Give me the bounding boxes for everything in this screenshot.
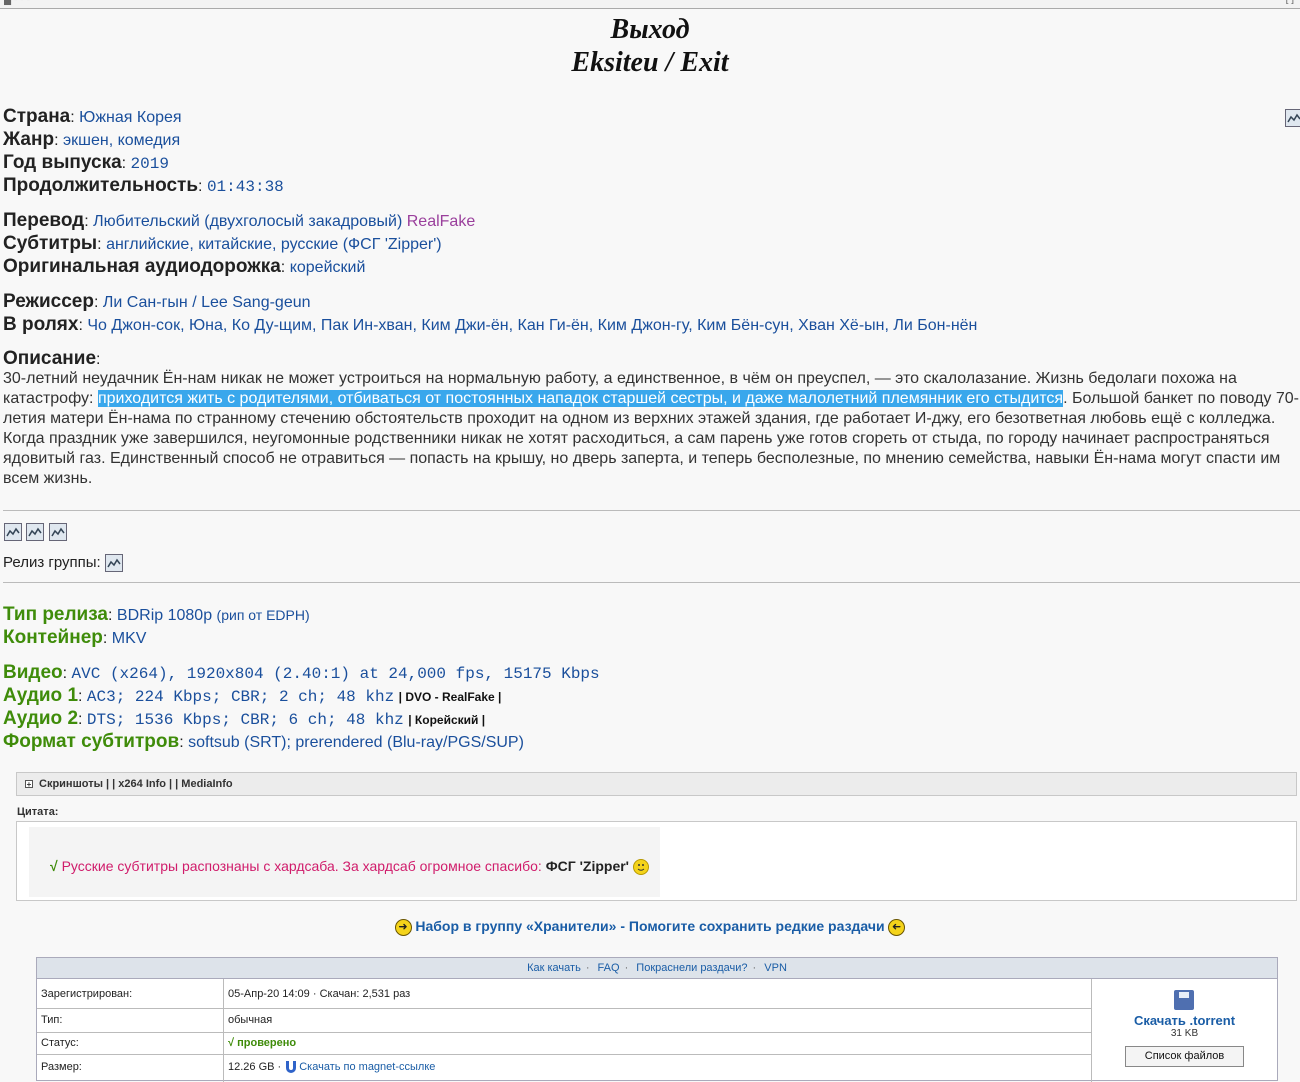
- check-icon: √: [50, 858, 58, 874]
- translation-value: Любительский (двухголосый закадровый): [93, 213, 403, 230]
- col-divider: [223, 979, 224, 1082]
- link-vpn[interactable]: VPN: [764, 962, 787, 974]
- release-type-note: (рип от EDPH): [216, 607, 310, 623]
- info-translation: Перевод: Любительский (двухголосый закад…: [3, 210, 476, 231]
- description-heading: Описание:: [3, 348, 101, 369]
- quote-author: ФСГ 'Zipper': [545, 858, 630, 874]
- audio-original-value: корейский: [289, 259, 366, 276]
- country-value: Южная Корея: [79, 109, 182, 126]
- size-value: 12.26 GB: [228, 1061, 275, 1073]
- quote-text: √ Русские субтитры распознаны с хардсаба…: [50, 858, 649, 876]
- poster-image-icon[interactable]: [1285, 109, 1300, 127]
- screenshot-thumb-icon[interactable]: [48, 523, 67, 541]
- top-edge-left: ▄ ▪ ▪ ▪: [4, 0, 30, 5]
- tech-subtitles: Формат субтитров: softsub (SRT); prerend…: [3, 731, 524, 752]
- info-country: Страна: Южная Корея: [3, 106, 182, 127]
- spoiler-title[interactable]: Скриншоты | | x264 Info | | MediaInfo: [39, 778, 233, 790]
- keepers-banner: ➜ Набор в группу «Хранители» - Помогите …: [0, 918, 1300, 936]
- video-value: AVC (x264), 1920x804 (2.40:1) at 24,000 …: [71, 665, 600, 683]
- torrent-size: 31 KB: [1170, 1028, 1199, 1039]
- spoiler-screenshots[interactable]: + Скриншоты | | x264 Info | | MediaInfo: [16, 772, 1297, 796]
- download-count: Скачан: 2,531 раз: [319, 988, 411, 1000]
- download-table: Как качать · FAQ · Покраснели раздачи? · VP…: [36, 957, 1278, 1082]
- cast-value: Чо Джон-сок, Юна, Ко Ду-щим, Пак Ин-хван…: [87, 317, 978, 334]
- screenshot-thumbs: [4, 523, 67, 541]
- audio1-value: AC3; 224 Kbps; CBR; 2 ch; 48 khz: [86, 688, 395, 706]
- info-director: Режиссер: Ли Сан-гын / Lee Sang-geun: [3, 291, 311, 312]
- status-value: проверено: [237, 1037, 297, 1049]
- release-type-value: BDRip 1080p: [116, 607, 213, 624]
- subtitles-value: английские, китайские, русские (ФСГ 'Zip…: [106, 236, 442, 253]
- link-red-torrents[interactable]: Покраснели раздачи?: [636, 962, 747, 974]
- container-value: MKV: [111, 630, 147, 647]
- top-edge-right: [ ]: [1286, 0, 1294, 5]
- info-cast: В ролях: Чо Джон-сок, Юна, Ко Ду-щим, Па…: [3, 314, 978, 335]
- audio2-note: | Корейский |: [408, 713, 486, 727]
- audio1-note: | DVO - RealFake |: [398, 690, 502, 704]
- release-group: Релиз группы:: [3, 554, 123, 573]
- description-text: 30-летний неудачник Ён-нам никак не може…: [3, 370, 1299, 487]
- year-value: 2019: [130, 155, 169, 173]
- tech-audio2: Аудио 2: DTS; 1536 Kbps; CBR; 6 ch; 48 k…: [3, 708, 486, 729]
- selected-text: приходится жить с родителями, отбиваться…: [97, 390, 1064, 407]
- info-year: Год выпуска: 2019: [3, 152, 169, 173]
- release-group-label: Релиз группы:: [3, 554, 101, 571]
- torrent-download-panel: Скачать .torrent 31 KB Список файлов: [1092, 979, 1277, 1081]
- top-scroll-edge: ▄ ▪ ▪ ▪ [ ]: [0, 0, 1300, 9]
- floppy-disk-icon[interactable]: [1174, 990, 1194, 1010]
- arrow-right-icon: ➜: [394, 918, 412, 936]
- screenshot-thumb-icon[interactable]: [4, 523, 22, 541]
- file-list-button[interactable]: Список файлов: [1125, 1046, 1244, 1067]
- translation-author: RealFake: [406, 213, 476, 230]
- expand-icon[interactable]: +: [25, 780, 33, 789]
- quote-label: Цитата:: [17, 806, 59, 818]
- info-genre: Жанр: экшен, комедия: [3, 129, 181, 150]
- info-subtitles: Субтитры: английские, китайские, русские…: [3, 233, 442, 254]
- audio2-value: DTS; 1536 Kbps; CBR; 6 ch; 48 khz: [86, 711, 404, 729]
- download-help-links: Как качать · FAQ · Покраснели раздачи? · VP…: [37, 958, 1277, 979]
- quote-box: √ Русские субтитры распознаны с хардсаба…: [16, 821, 1297, 901]
- duration-value: 01:43:38: [206, 178, 284, 196]
- tech-audio1: Аудио 1: AC3; 224 Kbps; CBR; 2 ch; 48 kh…: [3, 685, 502, 706]
- magnet-icon[interactable]: [286, 1061, 297, 1074]
- download-torrent-link[interactable]: Скачать .torrent: [1092, 1013, 1277, 1028]
- info-duration: Продолжительность: 01:43:38: [3, 175, 284, 196]
- link-how-to-download[interactable]: Как качать: [527, 962, 581, 974]
- divider: [3, 582, 1300, 583]
- post-title-ru: Выход: [610, 14, 690, 45]
- smiley-icon: [632, 859, 649, 876]
- divider: [3, 510, 1300, 511]
- registered-date: 05-Апр-20 14:09: [228, 988, 310, 1000]
- screenshot-thumb-icon[interactable]: [26, 523, 45, 541]
- row-divider: [37, 1032, 1091, 1033]
- tech-container: Контейнер: MKV: [3, 627, 147, 648]
- tech-video: Видео: AVC (x264), 1920x804 (2.40:1) at …: [3, 662, 600, 683]
- director-value: Ли Сан-гын / Lee Sang-geun: [102, 294, 311, 311]
- link-faq[interactable]: FAQ: [598, 962, 620, 974]
- tech-release-type: Тип релиза: BDRip 1080p (рип от EDPH): [3, 604, 310, 625]
- type-value: обычная: [228, 1014, 273, 1026]
- row-divider: [37, 1054, 1091, 1055]
- post-title-en: Eksiteu / Exit: [571, 47, 729, 78]
- keepers-link[interactable]: Набор в группу «Хранители» - Помогите со…: [415, 918, 884, 934]
- release-group-logo-icon[interactable]: [104, 554, 123, 573]
- info-audio-original: Оригинальная аудиодорожка: корейский: [3, 256, 366, 277]
- magnet-link[interactable]: Скачать по magnet-ссылке: [299, 1061, 435, 1073]
- row-divider: [37, 1008, 1091, 1009]
- arrow-left-icon: ➜: [888, 918, 906, 936]
- genre-value: экшен, комедия: [62, 132, 181, 149]
- check-icon: √: [228, 1037, 235, 1049]
- subtitle-format-value: softsub (SRT); prerendered (Blu-ray/PGS/…: [188, 734, 524, 751]
